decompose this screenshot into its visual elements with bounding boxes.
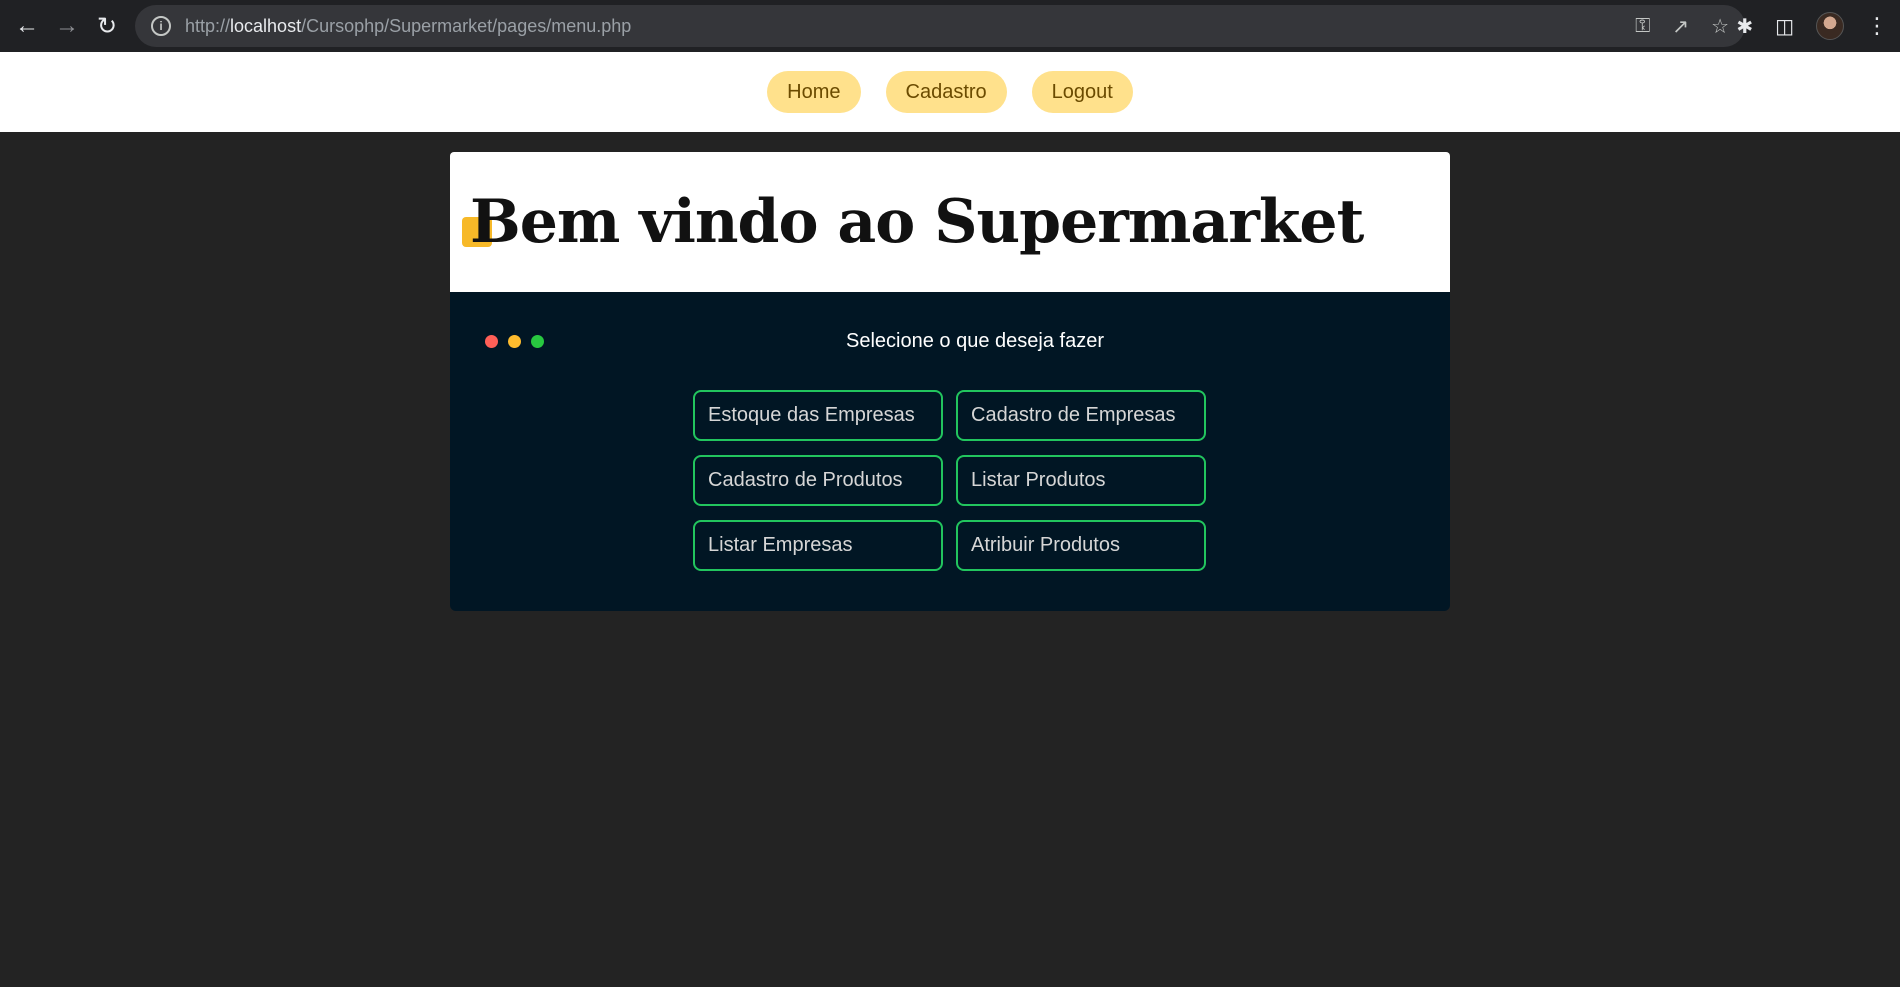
info-icon[interactable]: i [151, 16, 171, 36]
listar-produtos-button[interactable]: Listar Produtos [956, 455, 1206, 506]
menu-icon[interactable]: ⋮ [1866, 15, 1888, 37]
action-grid: Estoque das Empresas Cadastro de Empresa… [693, 390, 1206, 571]
share-icon[interactable]: ↗ [1672, 14, 1689, 39]
estoque-empresas-button[interactable]: Estoque das Empresas [693, 390, 943, 441]
url-text[interactable]: http://localhost/Cursophp/Supermarket/pa… [185, 16, 631, 37]
page-title: Bem vindo ao Supermarket [470, 187, 1364, 257]
panel-subtitle: Selecione o que deseja fazer [846, 330, 1104, 352]
forward-icon[interactable]: → [47, 0, 87, 52]
cadastro-produtos-button[interactable]: Cadastro de Produtos [693, 455, 943, 506]
sidepanel-icon[interactable]: ◫ [1775, 14, 1794, 39]
atribuir-produtos-button[interactable]: Atribuir Produtos [956, 520, 1206, 571]
key-icon[interactable]: ⚿ [1635, 15, 1650, 38]
star-icon[interactable]: ☆ [1711, 14, 1729, 39]
extensions-icon[interactable]: ✱ [1736, 14, 1753, 39]
welcome-card: Bem vindo ao Supermarket [450, 152, 1450, 292]
back-icon[interactable]: ← [7, 0, 47, 52]
nav-cadastro-button[interactable]: Cadastro [885, 71, 1007, 113]
nav-home-button[interactable]: Home [767, 71, 861, 113]
listar-empresas-button[interactable]: Listar Empresas [693, 520, 943, 571]
cadastro-empresas-button[interactable]: Cadastro de Empresas [956, 390, 1206, 441]
profile-avatar[interactable] [1816, 12, 1844, 40]
nav-logout-button[interactable]: Logout [1031, 71, 1133, 113]
address-bar[interactable]: i http://localhost/Cursophp/Supermarket/… [135, 5, 1745, 47]
reload-icon[interactable]: ↻ [87, 0, 127, 52]
top-nav: Home Cadastro Logout [0, 52, 1900, 132]
action-panel: Selecione o que deseja fazer Estoque das… [450, 292, 1450, 611]
browser-toolbar: ← → ↻ i http://localhost/Cursophp/Superm… [0, 0, 1900, 52]
